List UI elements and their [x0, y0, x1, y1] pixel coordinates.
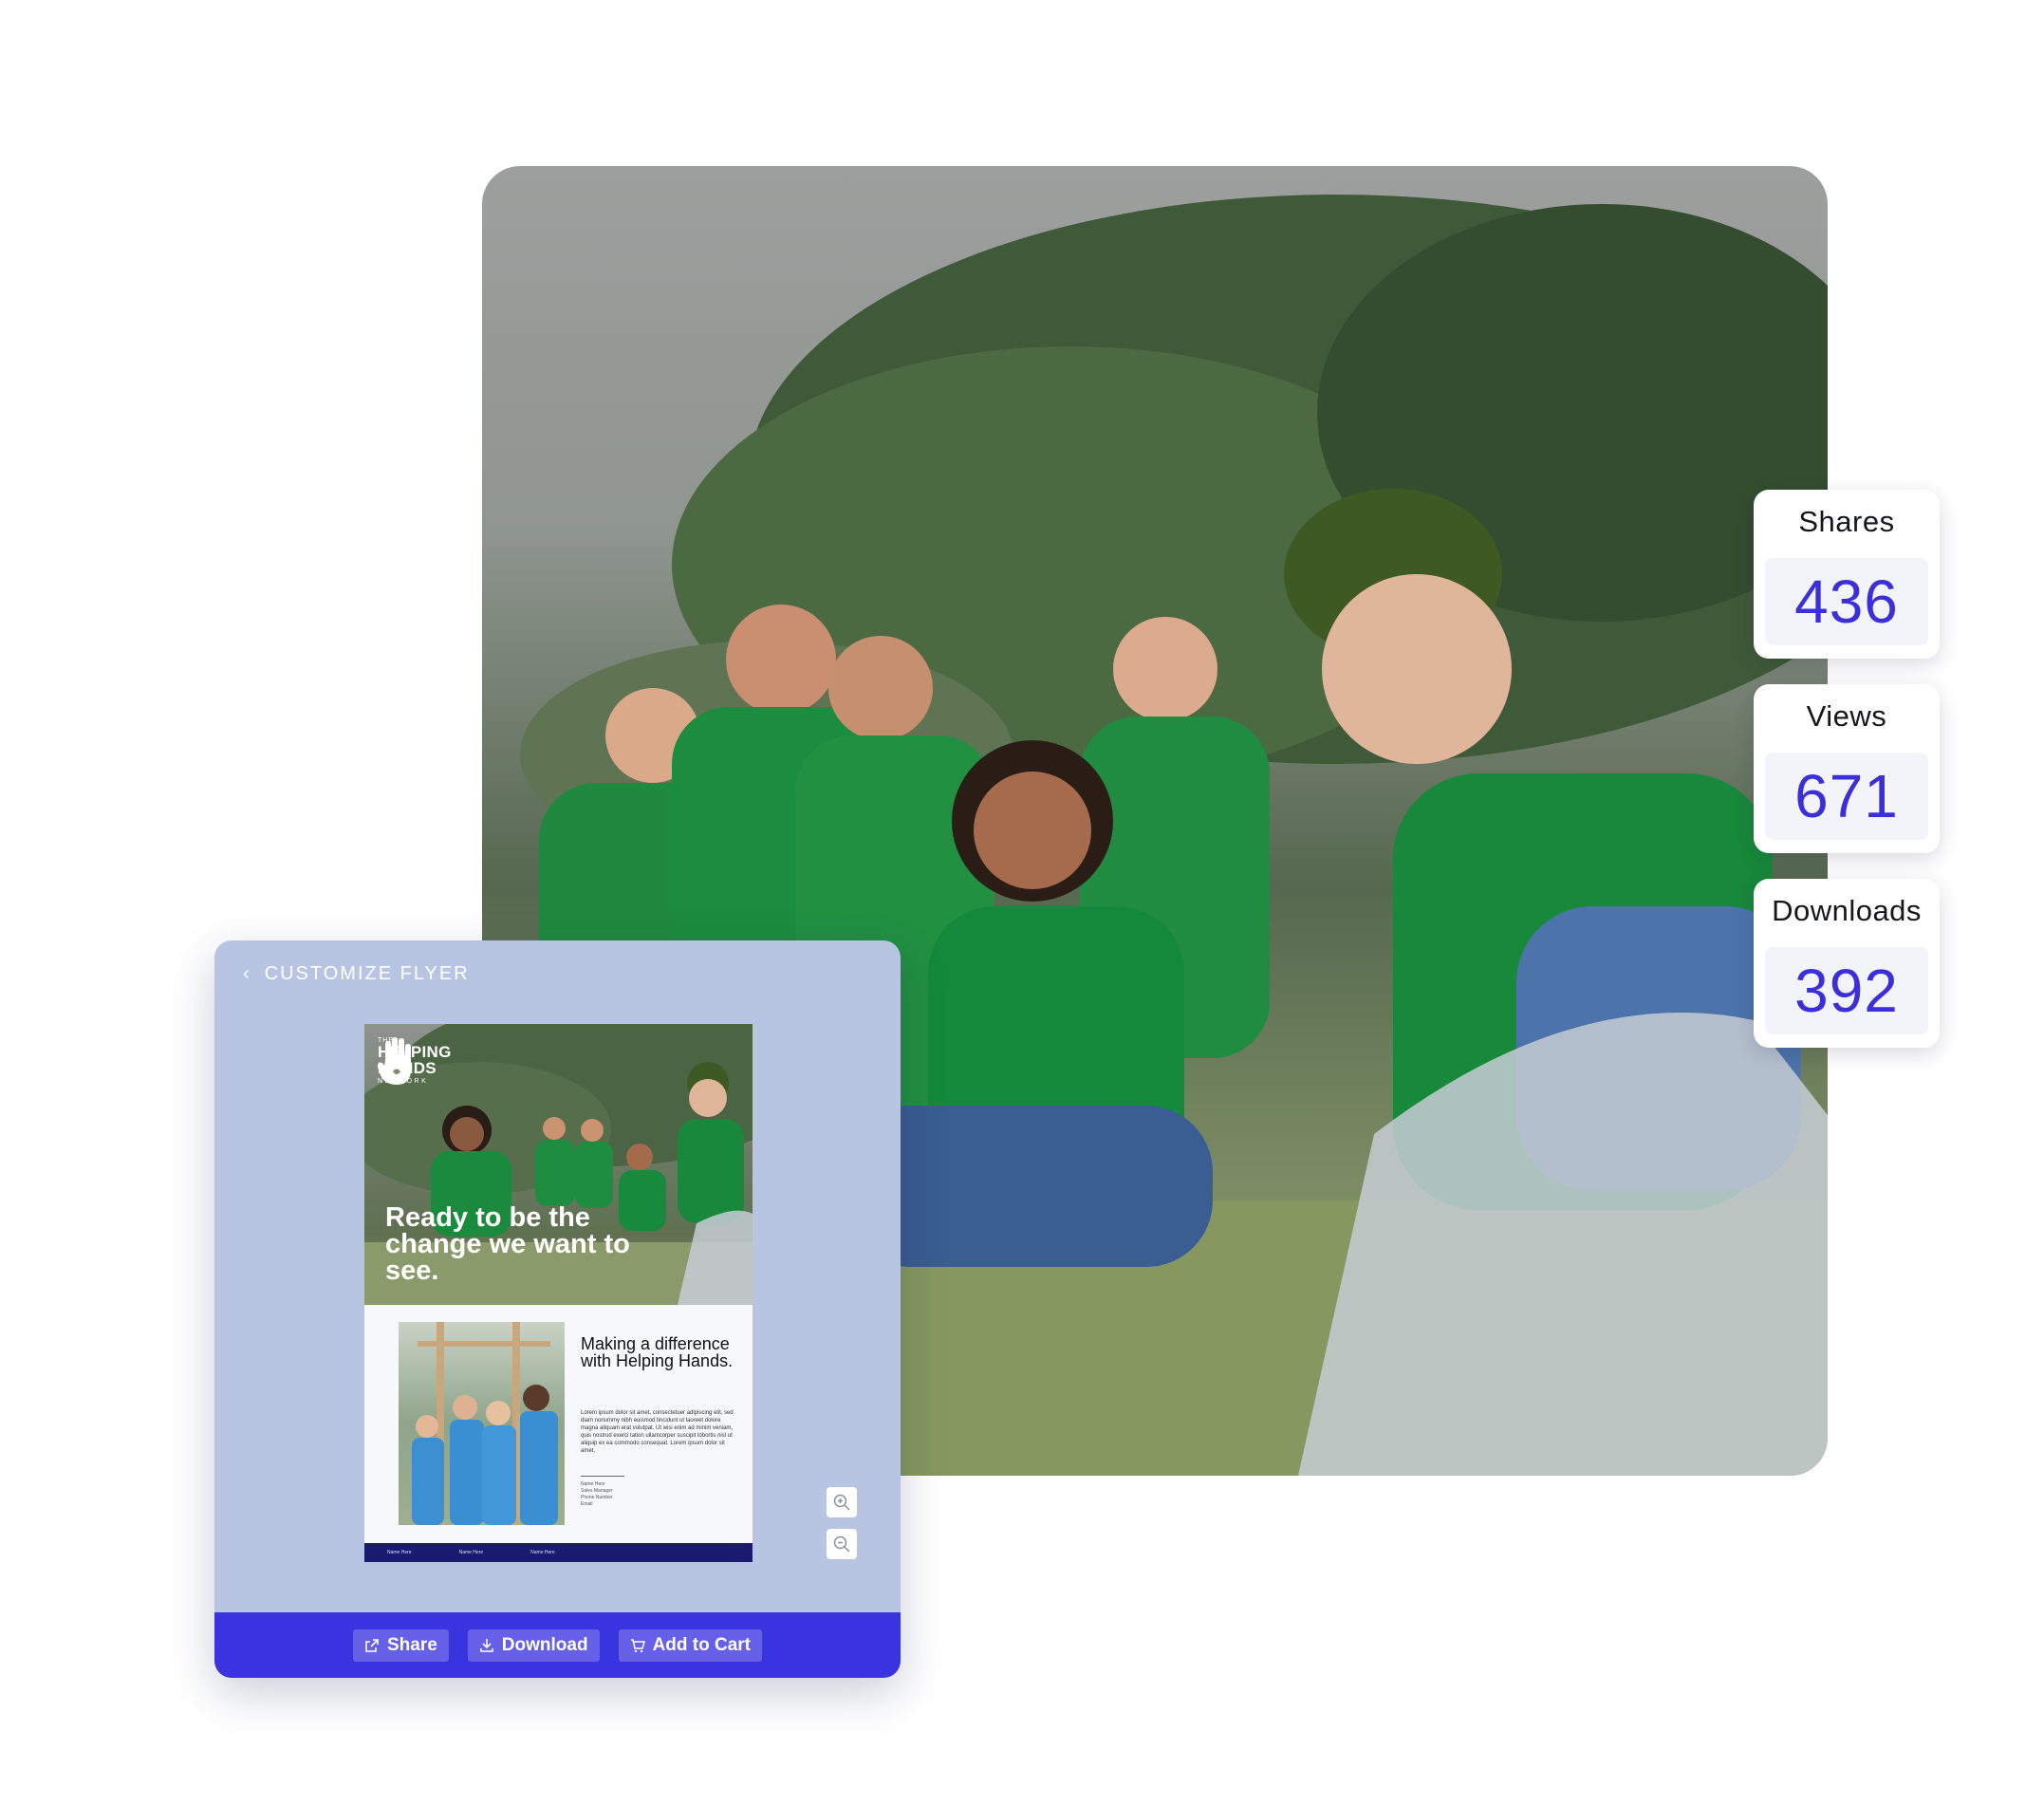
flyer-logo: THE HELPING HANDS NETWORK — [378, 1037, 452, 1085]
chevron-left-icon: ‹ — [243, 963, 251, 984]
download-button-label: Download — [501, 1634, 588, 1655]
add-to-cart-button[interactable]: Add to Cart — [618, 1628, 763, 1662]
zoom-in-button[interactable] — [827, 1487, 857, 1517]
flyer-preview[interactable]: THE HELPING HANDS NETWORK Ready to be th… — [364, 1024, 753, 1562]
zoom-out-button[interactable] — [827, 1529, 857, 1559]
stat-label: Views — [1806, 699, 1887, 733]
stat-value: 392 — [1794, 957, 1899, 1025]
stat-label: Downloads — [1772, 894, 1922, 927]
flyer-contact: Name Here Sales Manager Phone Number Ema… — [581, 1481, 695, 1508]
stat-value: 671 — [1794, 762, 1899, 830]
stat-card-views: Views 671 — [1754, 684, 1940, 853]
stat-value-box: 392 — [1765, 947, 1928, 1034]
volunteers-building-illustration — [412, 1322, 558, 1525]
contact-email: Email — [581, 1501, 593, 1507]
share-button[interactable]: Share — [352, 1628, 449, 1662]
flyer-secondary-photo — [399, 1322, 565, 1525]
flyer-footer-item: Name Here — [387, 1550, 412, 1555]
back-link[interactable]: ‹ CUSTOMIZE FLYER — [243, 963, 470, 985]
download-icon — [479, 1638, 493, 1652]
flyer-content: Making a difference with Helping Hands. … — [364, 1305, 753, 1543]
back-link-label: CUSTOMIZE FLYER — [264, 963, 470, 984]
contact-phone: Phone Number — [581, 1495, 613, 1500]
flyer-body-text: Lorem ipsum dolor sit amet, consectetuer… — [581, 1410, 734, 1454]
flyer-subheading: Making a difference with Helping Hands. — [581, 1334, 734, 1370]
stat-label: Shares — [1798, 505, 1895, 538]
hand-logo-icon — [378, 1037, 411, 1085]
stat-card-shares: Shares 436 — [1754, 490, 1940, 659]
flyer-divider — [581, 1476, 624, 1477]
download-button[interactable]: Download — [467, 1628, 600, 1662]
stat-value-box: 671 — [1765, 753, 1928, 840]
flyer-footer-item: Name Here — [530, 1550, 555, 1555]
stat-value-box: 436 — [1765, 558, 1928, 645]
add-to-cart-button-label: Add to Cart — [652, 1634, 752, 1655]
contact-title: Sales Manager — [581, 1488, 613, 1494]
stat-card-downloads: Downloads 392 — [1754, 879, 1940, 1048]
flyer-footer-item: Name Here — [458, 1550, 484, 1555]
zoom-out-icon — [833, 1535, 850, 1553]
flyer-headline: Ready to be the change we want to see. — [385, 1202, 630, 1286]
share-icon — [365, 1638, 379, 1652]
action-bar: Share Download Add to Cart — [214, 1612, 901, 1678]
flyer-hero: THE HELPING HANDS NETWORK Ready to be th… — [364, 1024, 753, 1305]
stat-value: 436 — [1794, 568, 1899, 636]
flyer-footer: Name Here Name Here Name Here — [364, 1543, 753, 1562]
share-button-label: Share — [386, 1634, 437, 1655]
cart-icon — [630, 1638, 645, 1652]
zoom-in-icon — [833, 1494, 850, 1511]
contact-name: Name Here — [581, 1481, 605, 1487]
customize-flyer-panel: ‹ CUSTOMIZE FLYER THE HELPING Ready to b… — [214, 940, 901, 1678]
